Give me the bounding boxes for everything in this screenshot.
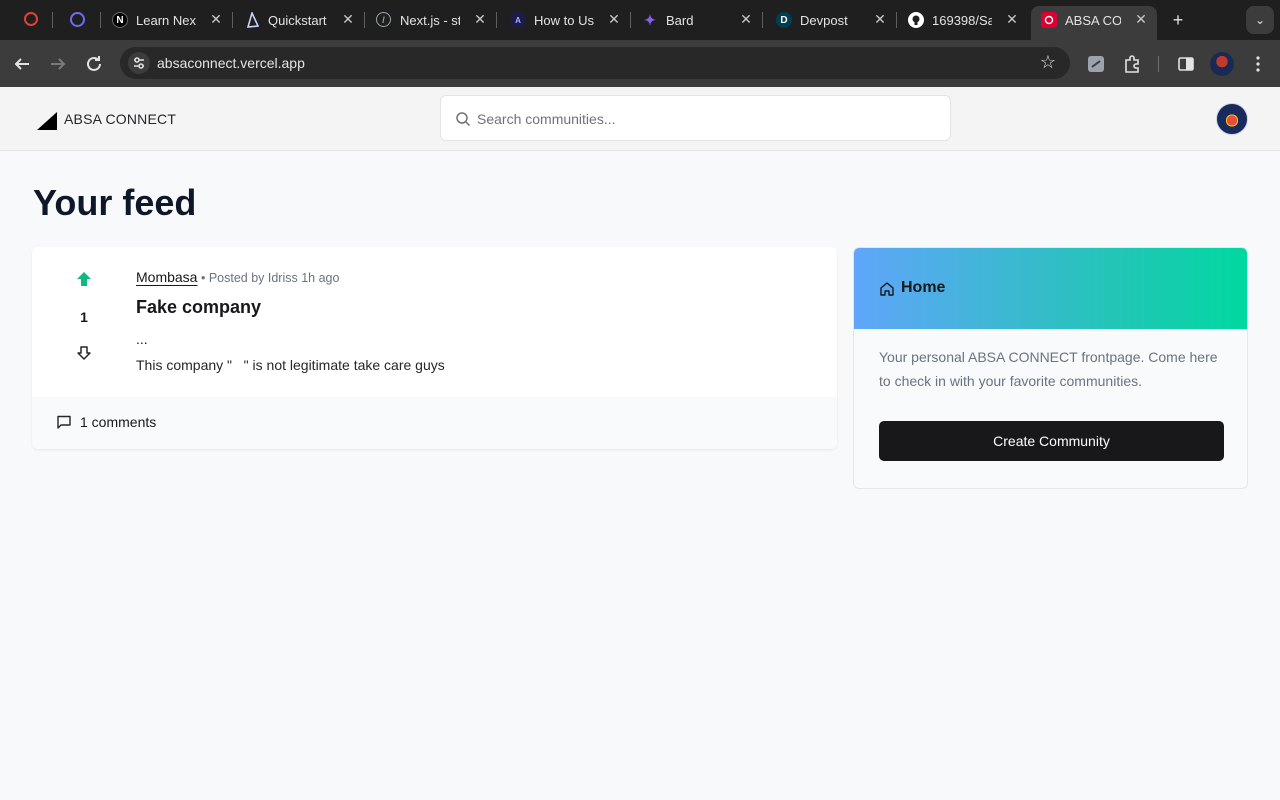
prisma-icon <box>244 12 260 28</box>
forward-button[interactable] <box>46 52 70 76</box>
user-avatar[interactable] <box>1216 103 1248 135</box>
tab-devpost[interactable]: D Devpost ✕ <box>766 6 897 34</box>
tab-github[interactable]: 169398/Sa ✕ <box>898 6 1028 34</box>
home-sidebar: Home Your personal ABSA CONNECT frontpag… <box>853 247 1248 489</box>
browser-toolbar: absaconnect.vercel.app ☆ <box>0 40 1280 87</box>
kebab-menu-icon[interactable] <box>1248 54 1268 74</box>
post-footer: 1 comments <box>32 397 837 449</box>
tab-search-button[interactable]: ⌄ <box>1246 6 1274 34</box>
sparkle-icon: ✦ <box>644 11 656 28</box>
tab-c-logo[interactable] <box>60 6 101 34</box>
tab-quickstart[interactable]: Quickstart ✕ <box>234 6 365 34</box>
opera-icon <box>24 12 38 26</box>
reload-icon <box>87 56 101 71</box>
url-text[interactable]: absaconnect.vercel.app <box>157 55 305 71</box>
sidebar-title: Home <box>901 279 946 296</box>
meta-separator: • <box>200 271 209 285</box>
tab-title: 169398/Sa <box>932 13 992 28</box>
close-icon[interactable]: ✕ <box>872 11 888 27</box>
community-link[interactable]: Mombasa <box>136 269 197 285</box>
create-community-button[interactable]: Create Community <box>879 421 1224 461</box>
sidebar-header: Home <box>854 248 1247 329</box>
post-body: This company " " is not legitimate take … <box>136 357 445 373</box>
post-card: 1 Mombasa • Posted by Idriss 1h ago Fake… <box>32 247 837 449</box>
tab-title: Quickstart <box>268 13 327 28</box>
close-icon[interactable]: ✕ <box>340 11 356 27</box>
toolbar-divider <box>1158 56 1159 72</box>
tab-title: Learn Next <box>136 13 196 28</box>
close-icon[interactable]: ✕ <box>472 11 488 27</box>
tab-bard[interactable]: ✦ Bard ✕ <box>632 6 763 34</box>
post-title[interactable]: Fake company <box>136 297 261 318</box>
close-icon[interactable]: ✕ <box>1004 11 1020 27</box>
browser-tab-bar: N Learn Next ✕ Quickstart ✕ / Next.js - … <box>0 0 1280 40</box>
tab-separator <box>896 12 897 28</box>
close-icon[interactable]: ✕ <box>1133 11 1149 27</box>
post-excerpt: ... <box>136 331 148 347</box>
tab-title: Bard <box>666 13 694 28</box>
vote-count: 1 <box>80 309 88 325</box>
tab-absa-connect[interactable]: ABSA CON ✕ <box>1031 6 1157 40</box>
tab-opera[interactable] <box>14 6 53 34</box>
close-icon[interactable]: ✕ <box>738 11 754 27</box>
c-logo-icon <box>70 12 85 27</box>
tab-separator <box>630 12 631 28</box>
side-panel-icon[interactable] <box>1176 54 1196 74</box>
sidebar-description: Your personal ABSA CONNECT frontpage. Co… <box>879 349 1218 389</box>
downvote-arrow-icon[interactable] <box>76 345 92 361</box>
new-tab-button[interactable]: + <box>1168 10 1188 30</box>
comment-icon[interactable] <box>56 414 72 430</box>
arrow-right-icon <box>51 58 66 70</box>
github-icon <box>908 12 924 28</box>
nextjs-icon: N <box>112 12 128 28</box>
search-input[interactable] <box>477 108 937 130</box>
a-logo-icon: A <box>510 12 526 28</box>
page-title: Your feed <box>33 182 197 223</box>
tab-how-to-use[interactable]: A How to Use ✕ <box>500 6 631 34</box>
home-icon <box>880 282 894 296</box>
puzzle-icon[interactable] <box>1122 54 1142 74</box>
tab-separator <box>100 12 101 28</box>
tab-title: ABSA CON <box>1065 13 1121 28</box>
comments-link[interactable]: 1 comments <box>80 414 156 430</box>
search-icon <box>456 112 471 127</box>
back-button[interactable] <box>10 52 34 76</box>
compass-icon: / <box>376 12 391 27</box>
browser-profile-avatar[interactable] <box>1210 52 1234 76</box>
tab-learn-next[interactable]: N Learn Next ✕ <box>102 6 233 34</box>
bookmark-star-icon[interactable]: ☆ <box>1040 52 1056 73</box>
address-bar[interactable]: absaconnect.vercel.app ☆ <box>120 47 1070 79</box>
tab-separator <box>364 12 365 28</box>
tab-nextjs[interactable]: / Next.js - st ✕ <box>366 6 497 34</box>
tab-title: Next.js - st <box>400 13 460 28</box>
logo-icon[interactable] <box>37 112 57 130</box>
tab-separator <box>52 12 53 28</box>
upvote-arrow-icon[interactable] <box>76 271 92 287</box>
brand-name[interactable]: ABSA CONNECT <box>64 111 176 127</box>
site-info-icon[interactable] <box>128 52 150 74</box>
extension-icon[interactable] <box>1086 54 1106 74</box>
reload-button[interactable] <box>82 52 106 76</box>
close-icon[interactable]: ✕ <box>208 11 224 27</box>
app-header: ABSA CONNECT <box>0 87 1280 151</box>
close-icon[interactable]: ✕ <box>606 11 622 27</box>
tab-separator <box>496 12 497 28</box>
search-box[interactable] <box>440 95 951 141</box>
tab-separator <box>762 12 763 28</box>
arrow-left-icon <box>14 58 29 70</box>
post-meta: Mombasa • Posted by Idriss 1h ago <box>136 269 339 285</box>
tab-separator <box>232 12 233 28</box>
tab-title: Devpost <box>800 13 848 28</box>
devpost-icon: D <box>776 12 792 28</box>
posted-by: Posted by Idriss 1h ago <box>208 271 340 285</box>
absa-icon <box>1041 12 1057 28</box>
tab-title: How to Use <box>534 13 594 28</box>
